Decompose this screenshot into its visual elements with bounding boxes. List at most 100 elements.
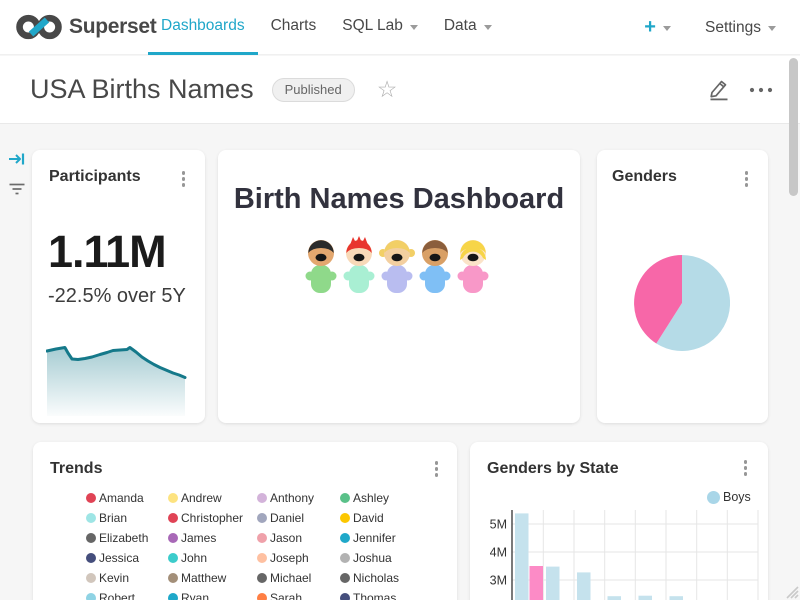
nav-item-dashboards[interactable]: Dashboards bbox=[148, 0, 258, 55]
nav-item-label: Charts bbox=[271, 17, 317, 35]
app-root: Superset Dashboards Charts SQL LabData + S… bbox=[0, 0, 800, 600]
participants-trend-chart[interactable] bbox=[46, 326, 192, 416]
legend-item-anthony[interactable]: Anthony bbox=[257, 488, 340, 508]
bar-boys bbox=[608, 596, 622, 600]
legend-item-joseph[interactable]: Joseph bbox=[257, 548, 340, 568]
legend-label: Boys bbox=[723, 490, 751, 504]
brand-name: Superset bbox=[69, 15, 156, 39]
card-title: Trends bbox=[50, 460, 102, 478]
card-menu-kebab-icon[interactable] bbox=[182, 171, 186, 187]
card-menu-kebab-icon[interactable] bbox=[744, 460, 748, 476]
legend-dot-icon bbox=[340, 533, 350, 543]
superset-infinity-icon bbox=[16, 12, 62, 42]
legend-item-ashley[interactable]: Ashley bbox=[340, 488, 435, 508]
legend-item-john[interactable]: John bbox=[168, 548, 257, 568]
legend-dot-icon bbox=[707, 491, 720, 504]
nav-right-group: + Settings bbox=[644, 0, 776, 55]
legend-item-james[interactable]: James bbox=[168, 528, 257, 548]
legend-dot-icon bbox=[86, 513, 96, 523]
superset-logo[interactable]: Superset bbox=[16, 12, 156, 42]
card-genders-by-state: Genders by State Boys 5M4M3M bbox=[470, 442, 768, 600]
legend-item-robert[interactable]: Robert bbox=[86, 588, 168, 600]
legend-item-christopher[interactable]: Christopher bbox=[168, 508, 257, 528]
card-participants: Participants 1.11M -22.5% over 5Y bbox=[32, 150, 205, 423]
legend-label: Elizabeth bbox=[99, 531, 148, 545]
legend-item-jessica[interactable]: Jessica bbox=[86, 548, 168, 568]
legend-item-sarah[interactable]: Sarah bbox=[257, 588, 340, 600]
legend-label: Brian bbox=[99, 511, 127, 525]
nav-item-data[interactable]: Data bbox=[431, 0, 505, 55]
legend-dot-icon bbox=[340, 593, 350, 600]
edit-pencil-icon[interactable] bbox=[708, 78, 730, 101]
legend-item-david[interactable]: David bbox=[340, 508, 435, 528]
legend-item-jennifer[interactable]: Jennifer bbox=[340, 528, 435, 548]
kid-figure bbox=[420, 240, 451, 293]
expand-filter-bar-icon[interactable] bbox=[8, 150, 26, 168]
legend-item-michael[interactable]: Michael bbox=[257, 568, 340, 588]
big-number-value: 1.11M bbox=[48, 226, 166, 278]
new-button[interactable]: + bbox=[644, 16, 671, 39]
legend-dot-icon bbox=[168, 533, 178, 543]
more-ellipsis-icon[interactable] bbox=[748, 86, 774, 94]
genders-pie-chart[interactable] bbox=[634, 255, 730, 351]
legend-label: Amanda bbox=[99, 491, 144, 505]
card-title: Genders by State bbox=[487, 460, 619, 478]
legend-item-elizabeth[interactable]: Elizabeth bbox=[86, 528, 168, 548]
kid-figure bbox=[344, 236, 375, 293]
card-markdown: Birth Names Dashboard bbox=[218, 150, 580, 423]
legend-dot-icon bbox=[168, 513, 178, 523]
legend-item-thomas[interactable]: Thomas bbox=[340, 588, 435, 600]
legend-label: David bbox=[353, 511, 384, 525]
legend-item-jason[interactable]: Jason bbox=[257, 528, 340, 548]
legend-label: James bbox=[181, 531, 216, 545]
legend-item-boys[interactable]: Boys bbox=[707, 490, 751, 504]
legend-item-brian[interactable]: Brian bbox=[86, 508, 168, 528]
card-resize-handle[interactable] bbox=[781, 581, 799, 599]
legend-dot-icon bbox=[86, 573, 96, 583]
legend-label: Daniel bbox=[270, 511, 304, 525]
card-menu-kebab-icon[interactable] bbox=[745, 171, 749, 187]
legend-label: Jennifer bbox=[353, 531, 396, 545]
card-trends: Trends Amanda Andrew Anthony Ashley Brian Chr… bbox=[33, 442, 457, 600]
markdown-heading: Birth Names Dashboard bbox=[218, 183, 580, 216]
legend-item-daniel[interactable]: Daniel bbox=[257, 508, 340, 528]
legend-label: Thomas bbox=[353, 591, 396, 600]
settings-menu[interactable]: Settings bbox=[705, 19, 776, 37]
legend-label: Ashley bbox=[353, 491, 389, 505]
bar-boys bbox=[670, 596, 684, 600]
card-menu-kebab-icon[interactable] bbox=[435, 461, 439, 477]
big-number-subheader: -22.5% over 5Y bbox=[48, 285, 186, 308]
legend-label: Joshua bbox=[353, 551, 392, 565]
bar-girls bbox=[530, 566, 544, 600]
legend-dot-icon bbox=[168, 493, 178, 503]
legend-dot-icon bbox=[257, 513, 267, 523]
legend-label: Anthony bbox=[270, 491, 314, 505]
legend-dot-icon bbox=[86, 493, 96, 503]
bar-boys bbox=[546, 567, 560, 600]
favorite-star-icon[interactable]: ☆ bbox=[377, 78, 398, 101]
legend-item-kevin[interactable]: Kevin bbox=[86, 568, 168, 588]
published-badge[interactable]: Published bbox=[272, 78, 355, 102]
y-axis-tick: 5M bbox=[490, 518, 507, 532]
legend-label: Kevin bbox=[99, 571, 129, 585]
bar-boys bbox=[577, 572, 591, 600]
nav-item-charts[interactable]: Charts bbox=[258, 0, 330, 55]
filter-icon[interactable] bbox=[8, 180, 26, 198]
legend-item-matthew[interactable]: Matthew bbox=[168, 568, 257, 588]
legend-dot-icon bbox=[340, 513, 350, 523]
legend-item-andrew[interactable]: Andrew bbox=[168, 488, 257, 508]
genders-by-state-bar-chart[interactable]: 5M4M3M bbox=[490, 508, 768, 600]
chevron-down-icon bbox=[768, 26, 776, 31]
legend-item-joshua[interactable]: Joshua bbox=[340, 548, 435, 568]
dashboard-header: USA Births Names Published ☆ bbox=[0, 56, 800, 124]
legend-item-amanda[interactable]: Amanda bbox=[86, 488, 168, 508]
legend-label: Sarah bbox=[270, 591, 302, 600]
vertical-scrollbar[interactable] bbox=[789, 58, 798, 196]
legend-dot-icon bbox=[168, 573, 178, 583]
legend-dot-icon bbox=[257, 573, 267, 583]
nav-item-sql-lab[interactable]: SQL Lab bbox=[329, 0, 431, 55]
legend-label: Andrew bbox=[181, 491, 222, 505]
legend-item-ryan[interactable]: Ryan bbox=[168, 588, 257, 600]
legend-item-nicholas[interactable]: Nicholas bbox=[340, 568, 435, 588]
nav-item-label: Dashboards bbox=[161, 17, 245, 35]
